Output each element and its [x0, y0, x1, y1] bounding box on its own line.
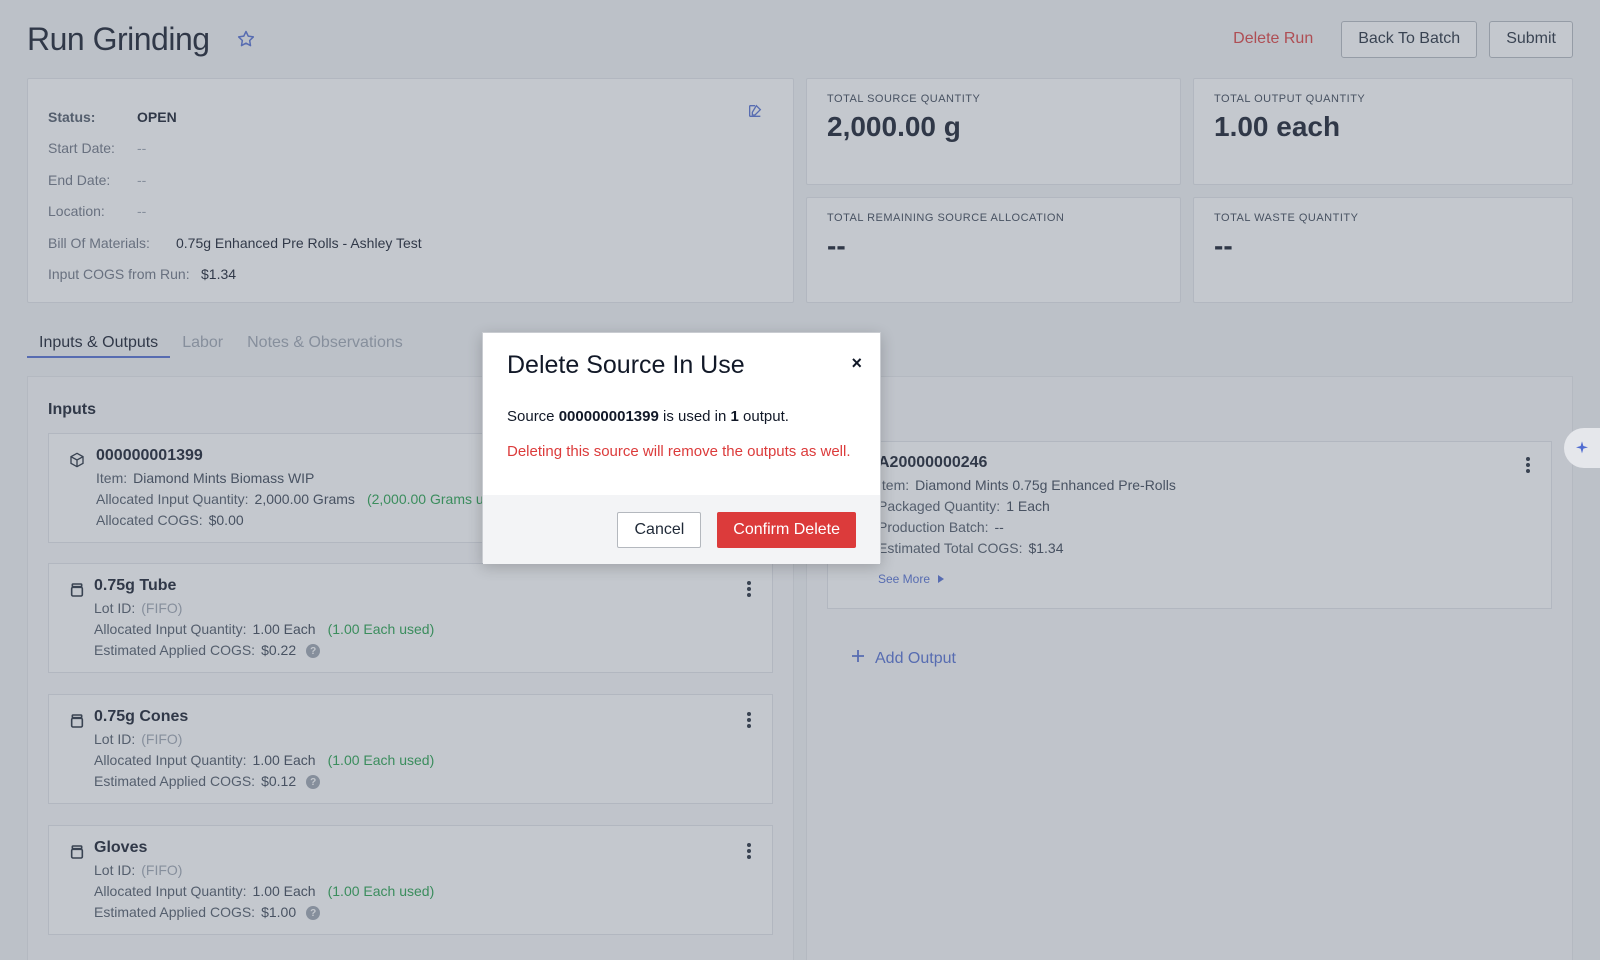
- close-icon[interactable]: ×: [851, 353, 862, 374]
- output-count: 1: [730, 408, 739, 425]
- modal-warning: Deleting this source will remove the out…: [507, 443, 851, 460]
- source-id: 000000001399: [558, 408, 659, 425]
- message-suffix: output.: [743, 408, 789, 425]
- delete-source-modal: Delete Source In Use × Source 0000000013…: [482, 332, 881, 564]
- modal-title: Delete Source In Use: [507, 351, 745, 379]
- confirm-delete-button[interactable]: Confirm Delete: [717, 511, 856, 548]
- modal-footer: Cancel Confirm Delete: [483, 495, 880, 564]
- message-middle: is used in: [662, 408, 727, 425]
- message-prefix: Source: [507, 408, 555, 425]
- cancel-button[interactable]: Cancel: [617, 511, 702, 548]
- modal-body: Delete Source In Use × Source 0000000013…: [483, 333, 880, 495]
- modal-message: Source 000000001399 is used in 1 output.: [507, 408, 856, 425]
- sparkle-icon[interactable]: [1564, 428, 1600, 468]
